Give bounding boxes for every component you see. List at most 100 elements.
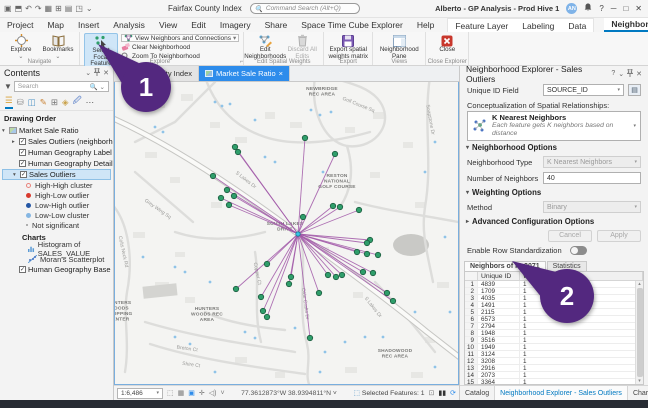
neighbors-table[interactable]: Unique IDWeight 148391217091340351414911… (464, 271, 644, 385)
tab-analysis[interactable]: Analysis (106, 18, 152, 32)
neighbor-point[interactable] (224, 187, 229, 192)
neighbor-point[interactable] (231, 193, 236, 198)
customize-icon[interactable]: ⌄ (86, 4, 93, 13)
neighbor-point[interactable] (370, 270, 375, 275)
neighbor-point[interactable] (356, 207, 361, 212)
neighborhood-type-select[interactable]: K Nearest Neighbors▾ (543, 156, 641, 168)
new-icon[interactable]: ▣ (4, 4, 12, 13)
table-row[interactable]: 1019491 (465, 344, 643, 351)
bookmarks-button[interactable]: Bookmarks⌄ (41, 33, 75, 60)
neighbor-point[interactable] (354, 249, 359, 254)
panel-options-chevron-icon[interactable]: ⌄ (618, 70, 624, 78)
clear-neighborhood-button[interactable]: Clear Neighborhood (121, 43, 239, 51)
neighborhood-pane-button[interactable]: Neighborhood Pane (377, 33, 421, 60)
tab-map[interactable]: Map (40, 18, 71, 32)
table-row[interactable]: 727941 (465, 323, 643, 330)
neighbor-point[interactable] (364, 240, 369, 245)
layer-checkbox[interactable]: ✓ (19, 160, 26, 167)
bottom-tab-neighborhood-explorer-sales-outliers[interactable]: Neighborhood Explorer - Sales Outliers (494, 386, 628, 400)
layer-item-human-geography-label[interactable]: ✓Human Geography Label (2, 147, 111, 158)
list-by-data-source-icon[interactable]: ⛁ (17, 97, 24, 108)
table-row[interactable]: 1420731 (465, 372, 643, 379)
table-row[interactable]: 935161 (465, 337, 643, 344)
expander-icon[interactable]: ▸ (12, 139, 17, 145)
neighbor-point[interactable] (233, 286, 238, 291)
neighbor-point[interactable] (264, 314, 269, 319)
neighbor-point[interactable] (302, 135, 307, 140)
project-icon[interactable]: ⊞ (55, 4, 62, 13)
panel-close-icon[interactable]: ✕ (636, 70, 642, 78)
tab-statistics[interactable]: Statistics (547, 261, 587, 271)
weighting-options-section[interactable]: ▾ Weighting Options (460, 186, 648, 199)
table-scrollbar[interactable]: ▴ ▾ (635, 281, 643, 384)
command-search-input[interactable]: 🔍 Command Search (Alt+Q) (250, 3, 360, 14)
map-coordinates[interactable]: 77.3612873°W 38.9394811°N ˅ (229, 390, 350, 397)
expander-icon[interactable]: ▾ (2, 128, 7, 134)
tab-help[interactable]: Help (410, 18, 441, 32)
unique-id-header[interactable]: Unique ID (478, 272, 520, 280)
avatar[interactable]: AN (566, 3, 577, 14)
notifications-bell-icon[interactable] (584, 3, 592, 14)
close-button[interactable]: ✕ (635, 4, 642, 13)
help-button[interactable]: ? (599, 4, 603, 13)
list-by-selection-icon[interactable]: ◫ (28, 97, 36, 108)
layout-icon[interactable]: ◳ (75, 4, 83, 13)
dialog-launcher-icon[interactable]: ⌐ (240, 59, 244, 65)
neighbor-point[interactable] (258, 294, 263, 299)
field-list-icon[interactable]: ▤ (628, 84, 641, 96)
selected-features-indicator[interactable]: ⬚ Selected Features: 1 (353, 389, 424, 397)
bottom-tab-chart-properties[interactable]: Chart Properties (628, 386, 648, 400)
list-by-snapping-icon[interactable]: ⊞ (51, 97, 58, 108)
filter-icon[interactable]: ▼ (4, 82, 12, 91)
map-canvas[interactable]: NEWBRIDGEREC AREAGolf Course SqSoapstone… (114, 82, 459, 385)
table-row[interactable]: 217091 (465, 288, 643, 295)
neighbor-point[interactable] (333, 274, 338, 279)
panel-help-icon[interactable]: ? (611, 70, 615, 77)
pause-drawing-icon[interactable]: ▮▮ (438, 389, 446, 397)
more-options-icon[interactable]: ⋯ (86, 97, 95, 108)
map-tab-vulnerability-index[interactable]: Vulnerability Index (114, 66, 199, 81)
save-icon[interactable]: ⬒ (15, 4, 23, 13)
table-row[interactable]: 148391 (465, 281, 643, 288)
neighbor-point[interactable] (288, 274, 293, 279)
tab-project[interactable]: Project (0, 18, 40, 32)
weight-header[interactable]: Weight (520, 272, 643, 280)
expander-icon[interactable]: ▾ (13, 172, 18, 178)
layer-item-sales-outliers[interactable]: ▾✓Sales Outliers (2, 169, 111, 180)
neighbor-point[interactable] (337, 204, 342, 209)
pane-options-chevron-icon[interactable]: ⌄ (85, 69, 91, 77)
neighbor-point[interactable] (235, 149, 240, 154)
neighbor-point[interactable] (375, 252, 380, 257)
quick-access-toolbar[interactable]: ▣ ⬒ ↶ ↷ ▦ ⊞ ▤ ◳ ⌄ (0, 4, 93, 13)
neighbor-point[interactable] (232, 144, 237, 149)
neighbor-point[interactable] (332, 151, 337, 156)
minimize-button[interactable]: ─ (611, 4, 617, 13)
table-row[interactable]: 1329161 (465, 365, 643, 372)
layer-item-sales-outliers-neighborhood-[interactable]: ▸✓Sales Outliers (neighborhood) (2, 136, 111, 147)
layer-item-human-geography-base[interactable]: ✓Human Geography Base (2, 264, 111, 275)
table-row[interactable]: 521151 (465, 309, 643, 316)
undo-icon[interactable]: ↶ (25, 4, 32, 13)
search-options-chevron-icon[interactable]: ⌄ (100, 83, 105, 91)
table-row[interactable]: 340351 (465, 295, 643, 302)
table-row[interactable]: 1533641 (465, 379, 643, 385)
neighbor-point[interactable] (300, 214, 305, 219)
tab-neighbors[interactable]: Neighbors of ID 2071 (464, 261, 546, 271)
layer-checkbox[interactable]: ✓ (19, 266, 26, 273)
neighbor-point[interactable] (325, 272, 330, 277)
layer-checkbox[interactable]: ✓ (20, 171, 27, 178)
table-row[interactable]: 1232081 (465, 358, 643, 365)
grid-tool-icon[interactable]: ▦ (178, 389, 185, 397)
neighbor-point[interactable] (330, 203, 335, 208)
advanced-configuration-section[interactable]: ▸ Advanced Configuration Options (460, 215, 648, 228)
unique-id-field-select[interactable]: SOURCE_ID▾ (543, 84, 624, 96)
pin-icon[interactable] (94, 68, 100, 78)
scrollbar-thumb[interactable] (637, 288, 643, 377)
redo-icon[interactable]: ↷ (35, 4, 42, 13)
list-by-labeling-icon[interactable]: ◈ (62, 97, 69, 108)
apply-button[interactable]: Apply (597, 230, 641, 242)
table-row[interactable]: 414911 (465, 302, 643, 309)
edit-neighborhoods-button[interactable]: Edit Neighborhoods (248, 33, 282, 60)
map-scale-select[interactable]: 1:6,486 ▾ (117, 388, 163, 399)
neighbor-point[interactable] (226, 202, 231, 207)
